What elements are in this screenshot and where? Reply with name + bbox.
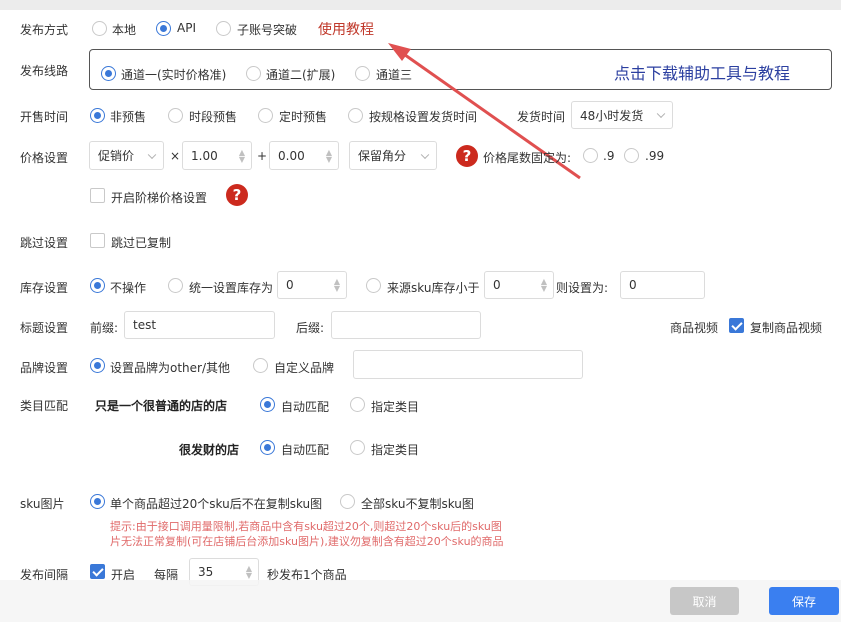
plus-sign: +	[257, 149, 268, 163]
addend-value: 0.00	[278, 148, 305, 163]
multiplier-value: 1.00	[191, 148, 218, 163]
radio-sale-nonpresale[interactable]	[90, 108, 105, 123]
then-stock-input[interactable]: 0	[620, 271, 705, 299]
rounding-value: 保留角分	[358, 149, 407, 163]
radio-stock-source[interactable]	[366, 278, 381, 293]
radio-tail-99[interactable]	[624, 148, 639, 163]
then-set-label: 则设置为:	[556, 281, 609, 295]
suffix-input[interactable]	[331, 311, 481, 339]
sale-option-nonpresale: 非预售	[110, 110, 147, 124]
prefix-label: 前缀:	[90, 321, 119, 335]
stock-option-none: 不操作	[110, 281, 147, 295]
price-tail-label: 价格尾数固定为:	[483, 151, 572, 165]
title-label: 标题设置	[20, 321, 69, 335]
brand-option-custom: 自定义品牌	[274, 361, 335, 375]
stepper-icon[interactable]: ▲ ▼	[326, 148, 332, 163]
prefix-input[interactable]: test	[124, 311, 275, 339]
radio-shop2-specify[interactable]	[350, 440, 365, 455]
sale-time-label: 开售时间	[20, 110, 69, 124]
stepper-icon[interactable]: ▲ ▼	[239, 148, 245, 163]
multiplier-input[interactable]: 1.00 ▲ ▼	[182, 141, 252, 170]
sku-image-label: sku图片	[20, 497, 65, 511]
radio-sale-scheduled[interactable]	[258, 108, 273, 123]
cancel-button[interactable]: 取消	[670, 587, 739, 615]
radio-sku-none[interactable]	[340, 494, 355, 509]
ship-time-value: 48小时发货	[580, 108, 644, 123]
source-stock-input[interactable]: 0 ▲ ▼	[484, 271, 554, 299]
interval-seconds-value: 35	[198, 565, 214, 579]
radio-stock-none[interactable]	[90, 278, 105, 293]
help-icon[interactable]: ?	[456, 145, 478, 167]
stock-option-uniform: 统一设置库存为	[189, 281, 274, 295]
skip-copied-label: 跳过已复制	[111, 236, 172, 250]
shop2-option-auto: 自动匹配	[281, 443, 330, 457]
radio-sku-over20[interactable]	[90, 494, 105, 509]
price-type-value: 促销价	[98, 149, 135, 163]
sku-option-none: 全部sku不复制sku图	[361, 497, 474, 511]
radio-shop1-specify[interactable]	[350, 397, 365, 412]
category-label: 类目匹配	[20, 399, 69, 413]
copy-video-label: 复制商品视频	[750, 321, 823, 335]
stepper-icon[interactable]: ▲ ▼	[541, 278, 547, 293]
source-stock-value: 0	[493, 278, 501, 292]
addend-input[interactable]: 0.00 ▲ ▼	[269, 141, 339, 170]
chevron-down-icon	[656, 109, 666, 119]
skip-copied-checkbox[interactable]	[90, 233, 105, 248]
radio-stock-uniform[interactable]	[168, 278, 183, 293]
skip-label: 跳过设置	[20, 236, 69, 250]
stock-option-source: 来源sku库存小于	[387, 281, 480, 295]
shop1-option-specify: 指定类目	[371, 400, 420, 414]
price-label: 价格设置	[20, 151, 69, 165]
times-sign: ×	[170, 149, 181, 163]
chevron-down-icon	[420, 150, 430, 159]
interval-enable-checkbox[interactable]	[90, 564, 105, 579]
sku-hint-line-1: 提示:由于接口调用量限制,若商品中含有sku超过20个,则超过20个sku后的s…	[110, 520, 502, 533]
radio-shop1-auto[interactable]	[260, 397, 275, 412]
stepper-icon[interactable]: ▲ ▼	[334, 278, 340, 293]
uniform-stock-value: 0	[286, 278, 294, 292]
radio-shop2-auto[interactable]	[260, 440, 275, 455]
radio-tail-9[interactable]	[583, 148, 598, 163]
shop1-option-auto: 自动匹配	[281, 400, 330, 414]
sku-option-over20: 单个商品超过20个sku后不在复制sku图	[110, 497, 323, 511]
chevron-down-icon	[147, 150, 157, 159]
brand-option-other: 设置品牌为other/其他	[110, 361, 231, 375]
sale-option-by-spec: 按规格设置发货时间	[369, 110, 478, 124]
save-button[interactable]: 保存	[769, 587, 839, 615]
stepper-icon[interactable]: ▲ ▼	[246, 565, 252, 580]
sale-option-scheduled: 定时预售	[279, 110, 328, 124]
sale-option-period: 时段预售	[189, 110, 238, 124]
custom-brand-input[interactable]	[353, 350, 583, 379]
copy-video-checkbox[interactable]	[729, 318, 744, 333]
rounding-select[interactable]: 保留角分	[349, 141, 437, 170]
uniform-stock-input[interactable]: 0 ▲ ▼	[277, 271, 347, 299]
tiered-price-label: 开启阶梯价格设置	[111, 191, 208, 205]
stock-label: 库存设置	[20, 281, 69, 295]
price-type-select[interactable]: 促销价	[89, 141, 164, 170]
suffix-label: 后缀:	[296, 321, 325, 335]
shop2-option-specify: 指定类目	[371, 443, 420, 457]
tiered-price-checkbox[interactable]	[90, 188, 105, 203]
brand-label: 品牌设置	[20, 361, 69, 375]
ship-time-select[interactable]: 48小时发货	[571, 101, 673, 129]
shop-name-1: 只是一个很普通的店的店	[95, 399, 228, 413]
radio-brand-custom[interactable]	[253, 358, 268, 373]
video-label: 商品视频	[670, 321, 719, 335]
then-stock-value: 0	[629, 278, 637, 292]
help-icon[interactable]: ?	[226, 184, 248, 206]
radio-brand-other[interactable]	[90, 358, 105, 373]
sku-hint-line-2: 片无法正常复制(可在店铺后台添加sku图片),建议勿复制含有超过20个sku的商…	[110, 535, 504, 548]
prefix-value: test	[133, 318, 157, 332]
ship-time-label: 发货时间	[517, 110, 566, 124]
tail-option-99: .99	[645, 149, 665, 163]
radio-sale-by-spec[interactable]	[348, 108, 363, 123]
tail-option-9: .9	[603, 149, 615, 163]
shop-name-2: 很发财的店	[179, 443, 240, 457]
radio-sale-period[interactable]	[168, 108, 183, 123]
